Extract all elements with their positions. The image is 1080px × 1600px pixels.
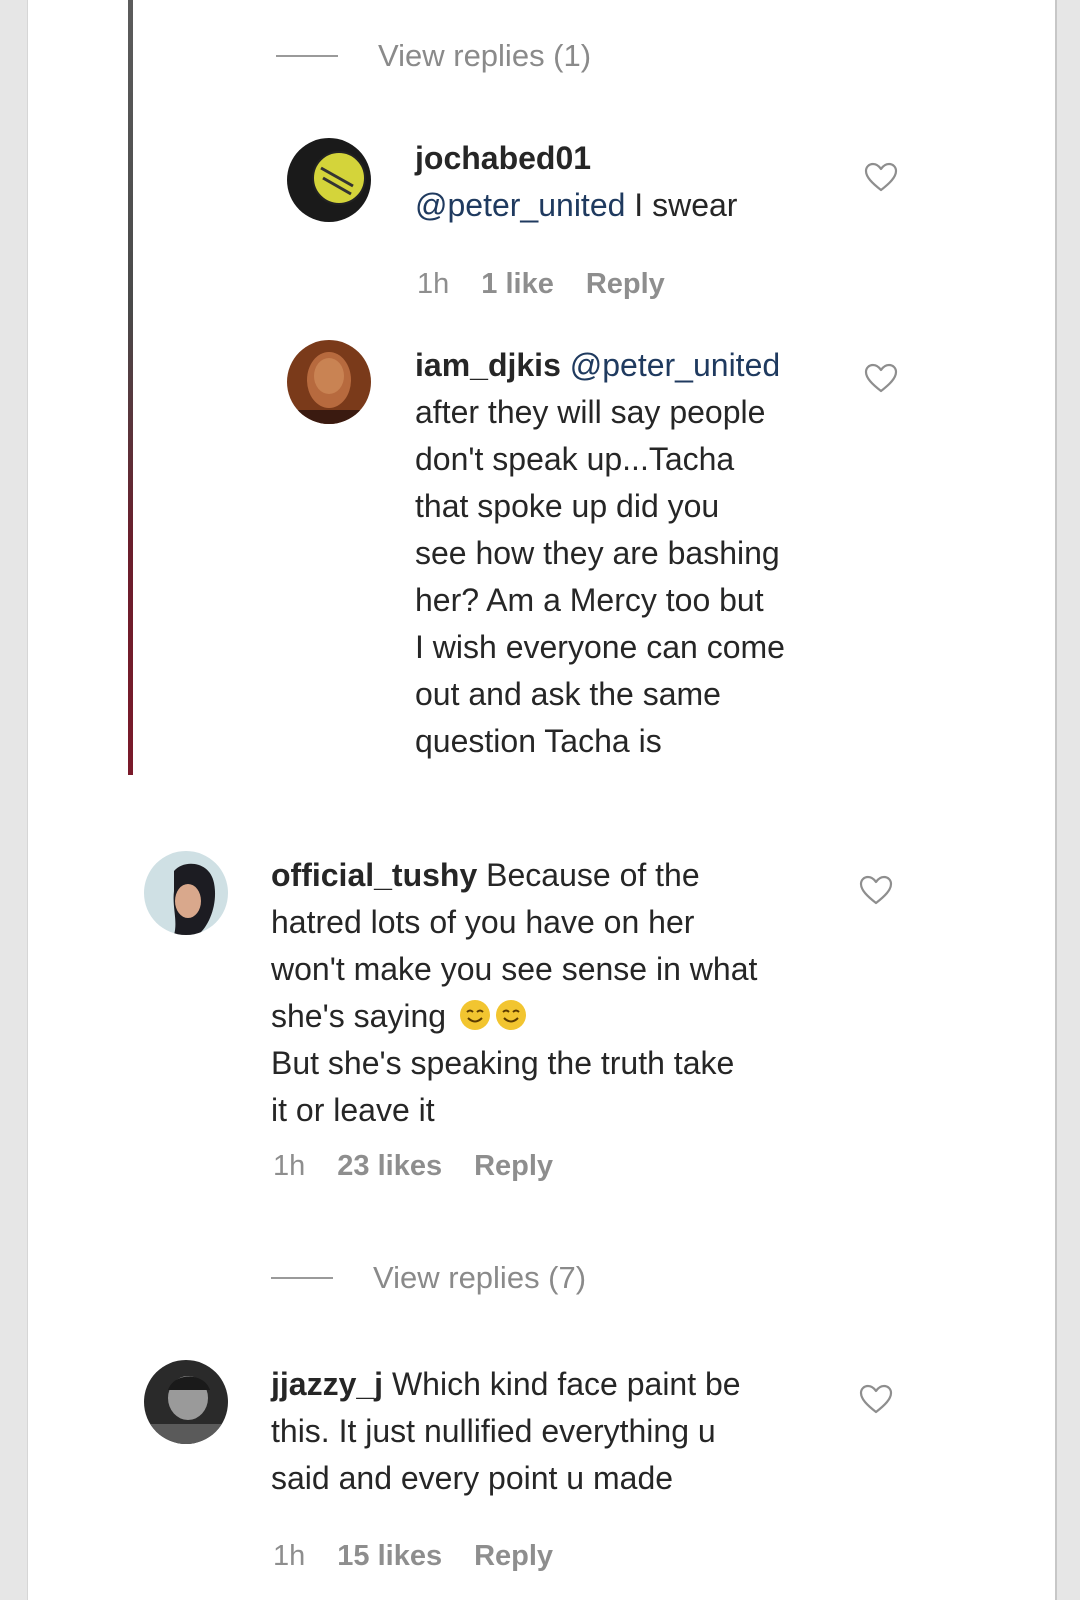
- comment-body: jjazzy_j Which kind face paint be this. …: [271, 1361, 851, 1502]
- comments-panel: View replies (1) jochabed01 @peter_unite…: [27, 0, 1057, 1600]
- avatar-image: [144, 851, 228, 935]
- comment-username[interactable]: jochabed01: [415, 140, 591, 176]
- comment-body: official_tushy Because of the hatred lot…: [271, 852, 851, 1134]
- comment-time: 1h: [273, 1540, 306, 1572]
- comment-username[interactable]: official_tushy: [271, 857, 477, 893]
- avatar[interactable]: [144, 851, 228, 935]
- comment-meta: 1h 1 like Reply: [417, 268, 665, 301]
- comment-username[interactable]: iam_djkis: [415, 347, 561, 383]
- view-replies-button[interactable]: View replies (1): [276, 38, 591, 74]
- comment-line: said and every point u made: [271, 1460, 674, 1496]
- reply-button[interactable]: Reply: [474, 1150, 553, 1183]
- comment-line: she's saying: [271, 998, 447, 1034]
- comment-line: that spoke up did you: [415, 488, 720, 524]
- avatar-image: [144, 1360, 228, 1444]
- heart-icon[interactable]: [864, 162, 898, 192]
- comment-likes[interactable]: 1 like: [481, 268, 554, 301]
- comment-time: 1h: [273, 1150, 306, 1182]
- comment-body: jochabed01 @peter_united I swear: [415, 135, 737, 229]
- reply-button[interactable]: Reply: [586, 268, 665, 301]
- divider-dash: [276, 55, 338, 57]
- avatar-image: [287, 340, 371, 424]
- smile-emoji-icon: [459, 1000, 490, 1030]
- comment-text: I swear: [625, 187, 738, 223]
- thread-line: [128, 0, 133, 775]
- avatar[interactable]: [287, 138, 371, 222]
- comment-likes[interactable]: 23 likes: [337, 1150, 442, 1183]
- comment-time: 1h: [417, 268, 450, 300]
- mention-link[interactable]: @peter_united: [415, 187, 625, 223]
- view-replies-label: View replies (1): [378, 38, 592, 73]
- comment-line: I wish everyone can come: [415, 629, 785, 665]
- heart-icon[interactable]: [864, 363, 898, 393]
- comment-meta: 1h 23 likes Reply: [273, 1150, 553, 1183]
- divider-dash: [271, 1277, 333, 1279]
- heart-icon[interactable]: [859, 1384, 893, 1414]
- comment-line: her? Am a Mercy too but: [415, 582, 764, 618]
- comment-body: iam_djkis @peter_united after they will …: [415, 342, 855, 765]
- comment-line: question Tacha is: [415, 723, 662, 759]
- comment-line: see how they are bashing: [415, 535, 780, 571]
- comment-line: But she's speaking the truth take: [271, 1045, 735, 1081]
- mention-link[interactable]: @peter_united: [570, 347, 780, 383]
- comment-username[interactable]: jjazzy_j: [271, 1366, 383, 1402]
- comment-likes[interactable]: 15 likes: [337, 1540, 442, 1573]
- comment-line: hatred lots of you have on her: [271, 904, 695, 940]
- comment-meta: 1h 15 likes Reply: [273, 1540, 553, 1573]
- heart-icon[interactable]: [859, 875, 893, 905]
- reply-button[interactable]: Reply: [474, 1540, 553, 1573]
- comment-line: it or leave it: [271, 1092, 435, 1128]
- avatar[interactable]: [287, 340, 371, 424]
- avatar-image: [287, 138, 371, 222]
- comment-line: don't speak up...Tacha: [415, 441, 735, 477]
- comment-line: this. It just nullified everything u: [271, 1413, 716, 1449]
- smile-emoji-icon: [495, 1000, 526, 1030]
- view-replies-label: View replies (7): [373, 1260, 587, 1295]
- comment-line: out and ask the same: [415, 676, 721, 712]
- comment-text: Because of the: [477, 857, 700, 893]
- view-replies-button[interactable]: View replies (7): [271, 1260, 586, 1296]
- comment-text: Which kind face paint be: [383, 1366, 741, 1402]
- avatar[interactable]: [144, 1360, 228, 1444]
- comment-line: won't make you see sense in what: [271, 951, 758, 987]
- comment-line: after they will say people: [415, 394, 766, 430]
